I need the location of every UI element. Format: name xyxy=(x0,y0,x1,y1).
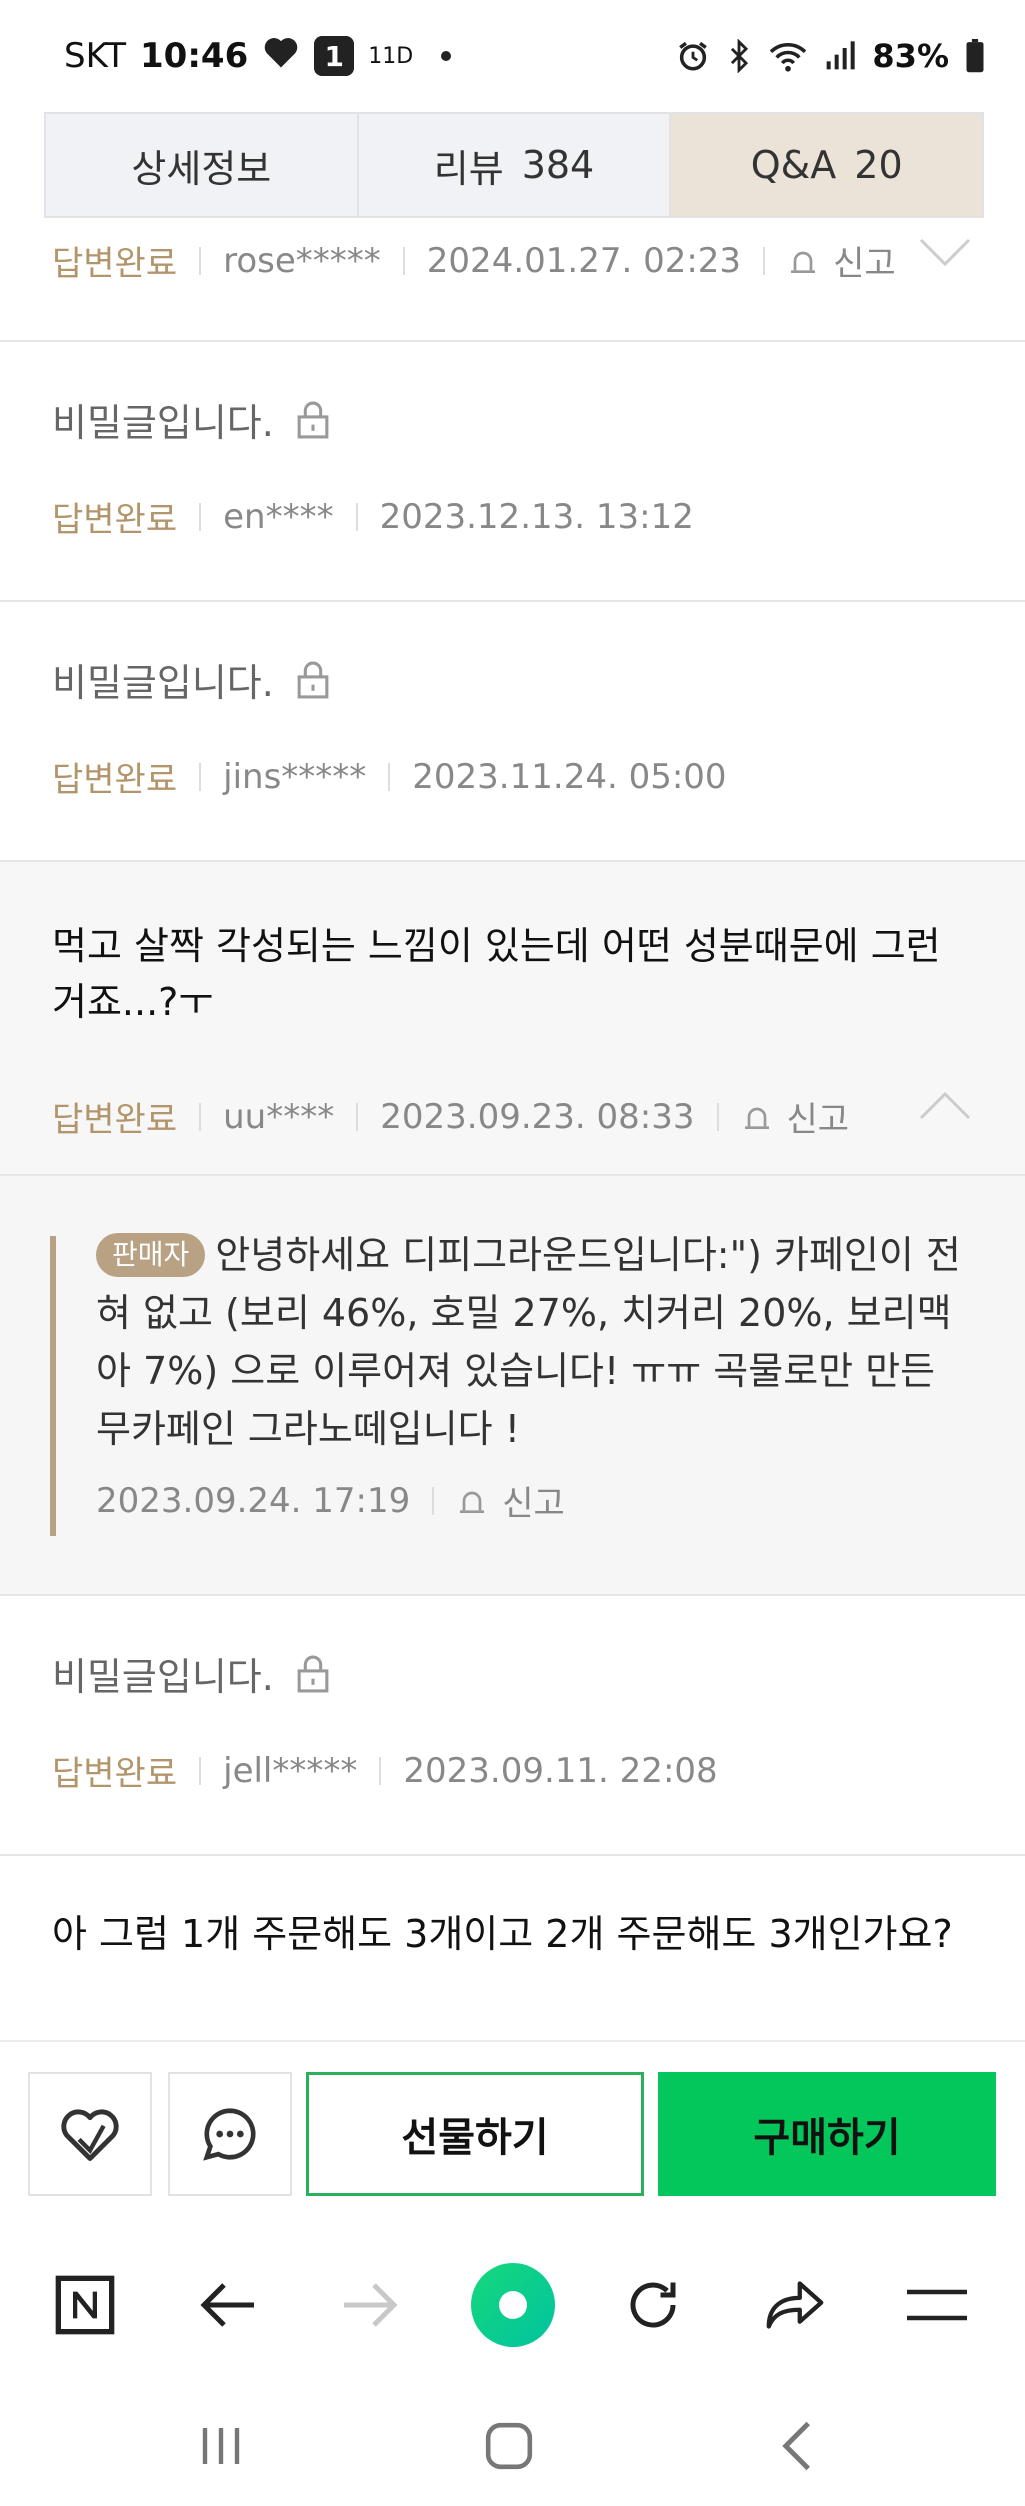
naver-home-button[interactable] xyxy=(40,2260,130,2350)
answer-status: 답변완료 xyxy=(52,244,178,284)
tab-reviews[interactable]: 리뷰 384 xyxy=(359,114,672,216)
wishlist-button[interactable] xyxy=(28,2072,152,2196)
qa-item[interactable]: 답변완료 rose***** 2024.01.27. 02:23 신고 xyxy=(0,218,1025,342)
wifi-icon xyxy=(768,39,808,73)
chevron-down-icon[interactable] xyxy=(917,236,973,268)
qa-list: 답변완료 rose***** 2024.01.27. 02:23 신고 비밀글입… xyxy=(0,218,1025,2040)
share-button[interactable] xyxy=(750,2260,840,2350)
lock-icon xyxy=(297,661,329,698)
chat-button[interactable] xyxy=(168,2072,292,2196)
secret-post-label: 비밀글입니다. xyxy=(52,1655,274,1699)
answer-status: 답변완료 xyxy=(52,1100,178,1140)
forward-button[interactable] xyxy=(324,2260,414,2350)
signal-icon xyxy=(824,40,856,72)
lock-icon xyxy=(297,401,329,438)
heart-icon xyxy=(61,2109,119,2161)
qa-item[interactable]: 비밀글입니다. 답변완료 jell***** 2023.09.11. 22:08 xyxy=(0,1596,1025,1856)
purchase-action-bar: 선물하기 구매하기 xyxy=(0,2040,1025,2230)
share-arrow-icon xyxy=(766,2281,824,2329)
siren-icon xyxy=(791,251,816,273)
arrow-right-icon xyxy=(344,2283,398,2327)
user-id: jell***** xyxy=(223,1750,358,1791)
naver-n-icon xyxy=(55,2275,115,2335)
refresh-button[interactable] xyxy=(608,2260,698,2350)
recent-apps-icon xyxy=(202,2428,240,2464)
heart-icon xyxy=(262,35,300,78)
status-bar: SKT 10:46 1 11D 83% xyxy=(0,0,1025,110)
lock-icon xyxy=(297,1655,329,1692)
menu-button[interactable] xyxy=(892,2260,982,2350)
siren-icon xyxy=(460,1491,485,1513)
review-count: 384 xyxy=(521,143,595,187)
post-date: 2023.12.13. 13:12 xyxy=(379,496,694,537)
battery-percent: 83% xyxy=(872,37,949,75)
back-button[interactable] xyxy=(184,2260,274,2350)
browser-toolbar xyxy=(0,2230,1025,2380)
report-button[interactable]: 신고 xyxy=(741,1092,849,1141)
user-id: rose***** xyxy=(223,240,381,281)
chat-bubble-icon xyxy=(203,2108,256,2161)
chevron-left-icon xyxy=(782,2421,811,2471)
post-date: 2023.09.11. 22:08 xyxy=(403,1750,718,1791)
seller-badge: 판매자 xyxy=(96,1233,206,1277)
home-button[interactable] xyxy=(464,2406,554,2486)
report-button[interactable]: 신고 xyxy=(456,1476,565,1525)
post-date: 2024.01.27. 02:23 xyxy=(426,240,742,281)
report-button[interactable]: 신고 xyxy=(787,236,896,285)
answer-status: 답변완료 xyxy=(52,1754,178,1794)
qa-item[interactable]: 비밀글입니다. 답변완료 jins***** 2023.11.24. 05:00 xyxy=(0,602,1025,862)
product-tabs: 상세정보 리뷰 384 Q&A 20 xyxy=(44,112,984,218)
answer-status: 답변완료 xyxy=(52,500,178,540)
refresh-icon xyxy=(630,2282,676,2328)
seller-answer: 판매자 안녕하세요 디피그라운드입니다:") 카페인이 전혀 없고 (보리 46%… xyxy=(0,1176,1025,1596)
qa-item[interactable]: 비밀글입니다. 답변완료 en**** 2023.12.13. 13:12 xyxy=(0,342,1025,602)
qa-item-expanded[interactable]: 먹고 살짝 각성되는 느낌이 있는데 어떤 성분때문에 그런 거죠...?ㅜ 답… xyxy=(0,862,1025,1174)
siren-icon xyxy=(744,1107,769,1129)
user-id: jins***** xyxy=(223,756,367,797)
more-notifications-dot xyxy=(441,51,452,61)
home-square-icon xyxy=(485,2422,533,2470)
chevron-up-icon[interactable] xyxy=(917,1090,973,1122)
green-dot-icon xyxy=(471,2263,555,2347)
buy-button[interactable]: 구매하기 xyxy=(658,2072,996,2196)
carrier-label: SKT xyxy=(64,36,127,76)
answer-date: 2023.09.24. 17:19 xyxy=(96,1480,411,1521)
secret-post-label: 비밀글입니다. xyxy=(52,401,274,445)
bluetooth-icon xyxy=(726,39,752,73)
battery-icon xyxy=(965,39,985,73)
qa-item[interactable]: 아 그럼 1개 주문해도 3개이고 2개 주문해도 3개인가요? xyxy=(0,1856,1025,2040)
user-id: en**** xyxy=(223,496,334,537)
qa-count: 20 xyxy=(854,143,903,187)
gift-button[interactable]: 선물하기 xyxy=(306,2072,644,2196)
alarm-icon xyxy=(676,39,710,73)
menu-icon xyxy=(907,2289,967,2321)
clock: 10:46 xyxy=(140,36,249,76)
arrow-left-icon xyxy=(200,2283,254,2327)
green-dot-button[interactable] xyxy=(466,2258,560,2352)
tab-details[interactable]: 상세정보 xyxy=(46,114,359,216)
recent-apps-button[interactable] xyxy=(176,2406,266,2486)
notification-small-label: 11D xyxy=(368,43,414,69)
question-text: 아 그럼 1개 주문해도 3개이고 2개 주문해도 3개인가요? xyxy=(52,1912,953,1956)
post-date: 2023.09.23. 08:33 xyxy=(380,1096,695,1137)
question-text: 먹고 살짝 각성되는 느낌이 있는데 어떤 성분때문에 그런 거죠...?ㅜ xyxy=(52,924,941,1024)
tab-qa[interactable]: Q&A 20 xyxy=(671,114,983,216)
answer-accent-bar xyxy=(50,1236,56,1536)
answer-status: 답변완료 xyxy=(52,760,178,800)
answer-text: 안녕하세요 디피그라운드입니다:") 카페인이 전혀 없고 (보리 46%, 호… xyxy=(96,1233,961,1451)
secret-post-label: 비밀글입니다. xyxy=(52,661,274,705)
post-date: 2023.11.24. 05:00 xyxy=(412,756,727,797)
system-navigation-bar xyxy=(0,2380,1025,2506)
system-back-button[interactable] xyxy=(752,2406,842,2486)
user-id: uu**** xyxy=(223,1096,335,1137)
notification-badge: 1 xyxy=(314,36,355,76)
